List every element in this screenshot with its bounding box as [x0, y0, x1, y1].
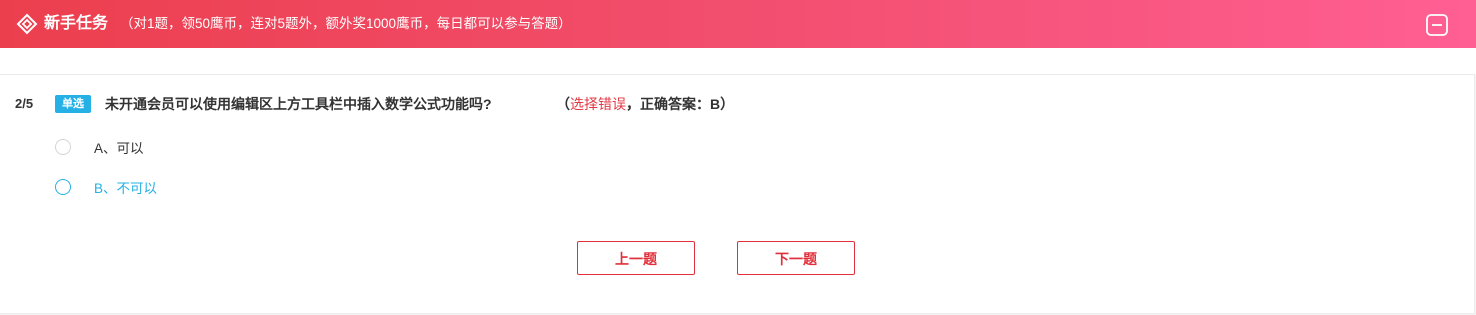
header-title: 新手任务 — [44, 15, 109, 32]
question-text: 未开通会员可以使用编辑区上方工具栏中插入数学公式功能吗? — [105, 96, 492, 112]
question-type-badge: 单选 — [55, 95, 91, 113]
header-subtitle: （对1题，领50鹰币，连对5题外，额外奖1000鹰币，每日都可以参与答题） — [120, 16, 572, 31]
result-open-paren: （ — [556, 96, 570, 112]
answer-result: （选择错误，正确答案：B） — [556, 95, 734, 113]
result-correct-answer: B — [710, 96, 721, 112]
diamond-logo-icon — [16, 13, 38, 35]
question-index: 2/5 — [15, 96, 34, 111]
next-question-button[interactable]: 下一题 — [737, 241, 855, 275]
radio-a[interactable] — [55, 139, 71, 155]
header-spacer — [0, 48, 1476, 74]
question-card: 2/5 单选 未开通会员可以使用编辑区上方工具栏中插入数学公式功能吗? （选择错… — [0, 74, 1475, 314]
option-b-label: B、不可以 — [94, 181, 158, 196]
result-close-paren: ） — [720, 96, 735, 112]
option-b[interactable]: B、不可以 — [55, 177, 157, 197]
radio-b[interactable] — [55, 179, 71, 195]
option-a-label: A、可以 — [94, 141, 144, 156]
result-error-text: 选择错误 — [570, 96, 626, 112]
collapse-minus-icon[interactable] — [1426, 14, 1448, 36]
result-correct-label: ，正确答案： — [626, 96, 710, 112]
prev-question-button[interactable]: 上一题 — [577, 241, 695, 275]
option-a[interactable]: A、可以 — [55, 137, 144, 157]
task-header: 新手任务 （对1题，领50鹰币，连对5题外，额外奖1000鹰币，每日都可以参与答… — [0, 0, 1476, 48]
